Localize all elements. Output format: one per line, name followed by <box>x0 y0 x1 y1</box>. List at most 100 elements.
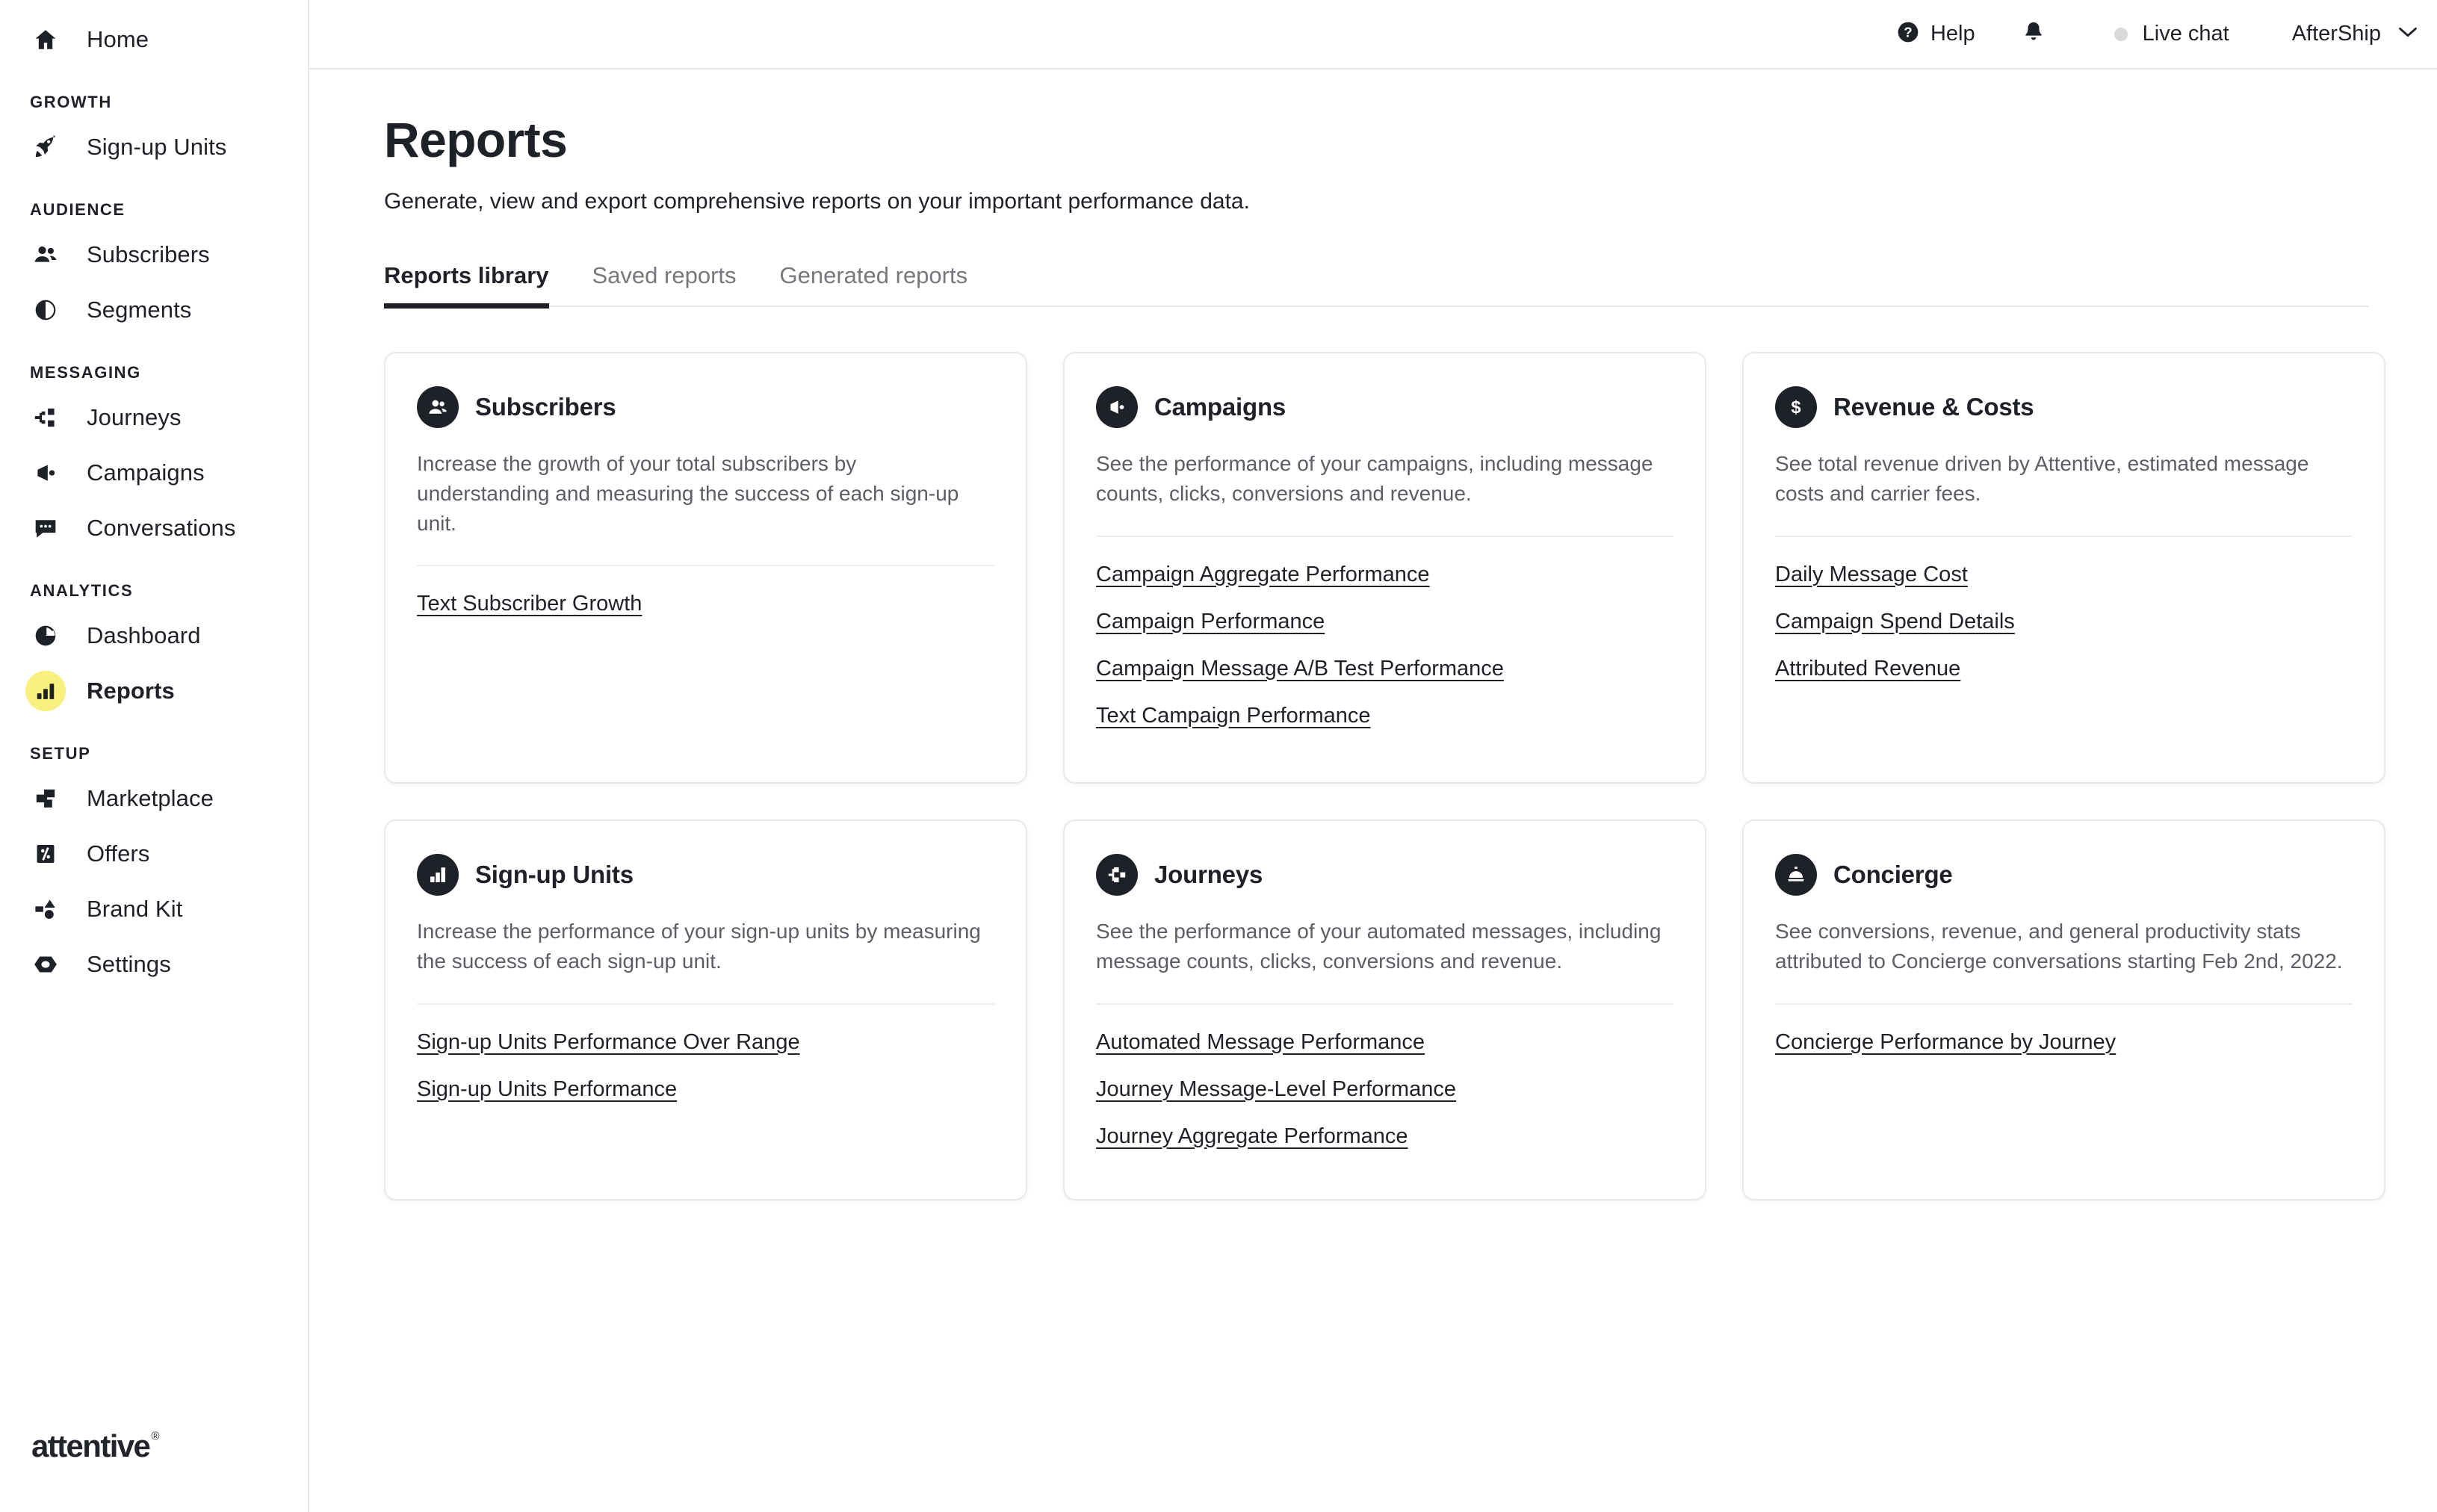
sidebar-item-subscribers[interactable]: Subscribers <box>0 227 308 282</box>
sidebar-item-dashboard[interactable]: Dashboard <box>0 608 308 663</box>
sidebar-item-label: Segments <box>87 297 192 323</box>
card-header: Campaigns <box>1096 386 1673 428</box>
card-header: Subscribers <box>417 386 994 428</box>
report-card-revenue-costs: $ Revenue & Costs See total revenue driv… <box>1742 352 2385 784</box>
sidebar-item-reports[interactable]: Reports <box>0 663 308 719</box>
sidebar-item-conversations[interactable]: Conversations <box>0 501 308 556</box>
report-link[interactable]: Concierge Performance by Journey <box>1775 1030 2116 1055</box>
card-divider <box>417 565 994 567</box>
card-description: See the performance of your campaigns, i… <box>1096 452 1653 505</box>
tab-generated-reports[interactable]: Generated reports <box>780 262 994 306</box>
dollar-badge-icon: $ <box>1775 386 1817 428</box>
logo-wordmark: attentive <box>31 1428 151 1463</box>
sidebar-item-label: Marketplace <box>87 785 214 811</box>
sidebar-item-label: Offers <box>87 840 150 867</box>
report-link[interactable]: Campaign Spend Details <box>1775 610 2015 634</box>
help-button[interactable]: ? Help <box>1896 20 1975 48</box>
report-link[interactable]: Campaign Performance <box>1096 610 1325 634</box>
top-bar: ? Help Live chat AfterShip <box>309 0 2437 69</box>
card-link-list: Daily Message Cost Campaign Spend Detail… <box>1775 563 2353 681</box>
bell-icon <box>2022 19 2046 49</box>
report-card-sign-up-units: Sign-up Units Increase the performance o… <box>384 819 1027 1200</box>
report-link[interactable]: Text Subscriber Growth <box>417 592 642 616</box>
account-menu[interactable]: AfterShip <box>2292 22 2418 46</box>
megaphone-badge-icon <box>1096 386 1138 428</box>
report-card-subscribers: Subscribers Increase the growth of your … <box>384 352 1027 784</box>
card-header: Sign-up Units <box>417 854 994 896</box>
card-link-list: Text Subscriber Growth <box>417 592 994 616</box>
sidebar-item-label: Campaigns <box>87 459 205 486</box>
tab-reports-library[interactable]: Reports library <box>384 262 575 309</box>
card-divider <box>1775 1003 2353 1005</box>
home-icon <box>25 19 66 60</box>
journeys-icon <box>25 397 66 438</box>
report-link[interactable]: Campaign Aggregate Performance <box>1096 563 1430 587</box>
question-circle-icon: ? <box>1896 20 1920 48</box>
report-link[interactable]: Text Campaign Performance <box>1096 704 1371 728</box>
page-content: Reports Generate, view and export compre… <box>309 69 2437 1512</box>
sidebar-section-messaging: MESSAGING <box>30 363 141 382</box>
card-title: Revenue & Costs <box>1833 393 2034 421</box>
live-chat-label: Live chat <box>2142 22 2229 46</box>
report-link[interactable]: Campaign Message A/B Test Performance <box>1096 657 1504 681</box>
card-description: Increase the performance of your sign-up… <box>417 920 981 973</box>
tabs: Reports library Saved reports Generated … <box>384 262 2368 309</box>
card-header: $ Revenue & Costs <box>1775 386 2353 428</box>
segments-icon <box>25 290 66 330</box>
live-chat-button[interactable]: Live chat <box>2114 22 2229 46</box>
people-icon <box>25 235 66 275</box>
pie-chart-icon <box>25 616 66 656</box>
card-header: Journeys <box>1096 854 1673 896</box>
status-dot-icon <box>2114 27 2128 41</box>
reports-card-grid: Subscribers Increase the growth of your … <box>384 352 2385 1200</box>
report-link[interactable]: Automated Message Performance <box>1096 1030 1425 1055</box>
bar-chart-badge-icon <box>417 854 459 896</box>
report-link[interactable]: Journey Aggregate Performance <box>1096 1124 1408 1149</box>
report-card-concierge: Concierge See conversions, revenue, and … <box>1742 819 2385 1200</box>
sidebar-item-home[interactable]: Home <box>0 12 308 67</box>
sidebar-item-label: Brand Kit <box>87 896 183 922</box>
card-title: Subscribers <box>475 393 616 421</box>
tab-saved-reports[interactable]: Saved reports <box>592 262 762 306</box>
notifications-button[interactable] <box>2022 19 2046 49</box>
report-card-campaigns: Campaigns See the performance of your ca… <box>1063 352 1706 784</box>
card-description: See conversions, revenue, and general pr… <box>1775 920 2343 973</box>
bell-badge-icon <box>1775 854 1817 896</box>
help-label: Help <box>1930 22 1975 46</box>
card-divider <box>417 1003 994 1005</box>
sidebar-item-sign-up-units[interactable]: Sign-up Units <box>0 120 308 175</box>
marketplace-icon <box>25 778 66 819</box>
card-divider <box>1096 535 1673 537</box>
sidebar-item-label: Dashboard <box>87 622 201 648</box>
sidebar-item-campaigns[interactable]: Campaigns <box>0 445 308 501</box>
sidebar-item-offers[interactable]: Offers <box>0 826 308 882</box>
sidebar-item-journeys[interactable]: Journeys <box>0 390 308 445</box>
report-link[interactable]: Journey Message-Level Performance <box>1096 1077 1456 1102</box>
logo-registered-mark: ® <box>151 1430 160 1443</box>
sidebar-item-brand-kit[interactable]: Brand Kit <box>0 882 308 937</box>
sidebar-section-setup: SETUP <box>30 744 91 763</box>
report-link[interactable]: Attributed Revenue <box>1775 657 1960 681</box>
percent-tag-icon <box>25 834 66 874</box>
card-title: Concierge <box>1833 861 1953 888</box>
account-label: AfterShip <box>2291 22 2381 46</box>
sidebar-section-growth: GROWTH <box>30 93 112 111</box>
report-link[interactable]: Sign-up Units Performance Over Range <box>417 1030 800 1055</box>
people-badge-icon <box>417 386 459 428</box>
card-link-list: Campaign Aggregate Performance Campaign … <box>1096 563 1673 728</box>
report-link[interactable]: Sign-up Units Performance <box>417 1077 677 1102</box>
card-divider <box>1775 535 2353 537</box>
app-root: Home GROWTH Sign-up Units AUDIENCE Subsc… <box>0 0 2437 1512</box>
report-card-journeys: Journeys See the performance of your aut… <box>1063 819 1706 1200</box>
sidebar-item-marketplace[interactable]: Marketplace <box>0 771 308 826</box>
sidebar-item-settings[interactable]: Settings <box>0 937 308 992</box>
card-link-list: Sign-up Units Performance Over Range Sig… <box>417 1030 994 1102</box>
sidebar-item-segments[interactable]: Segments <box>0 282 308 338</box>
report-link[interactable]: Daily Message Cost <box>1775 563 1968 587</box>
card-description: See total revenue driven by Attentive, e… <box>1775 452 2309 505</box>
bar-chart-icon <box>25 671 66 711</box>
sidebar-section-analytics: ANALYTICS <box>30 581 134 600</box>
card-divider <box>1096 1003 1673 1005</box>
sidebar-item-label: Sign-up Units <box>87 134 227 160</box>
gear-icon <box>25 944 66 985</box>
